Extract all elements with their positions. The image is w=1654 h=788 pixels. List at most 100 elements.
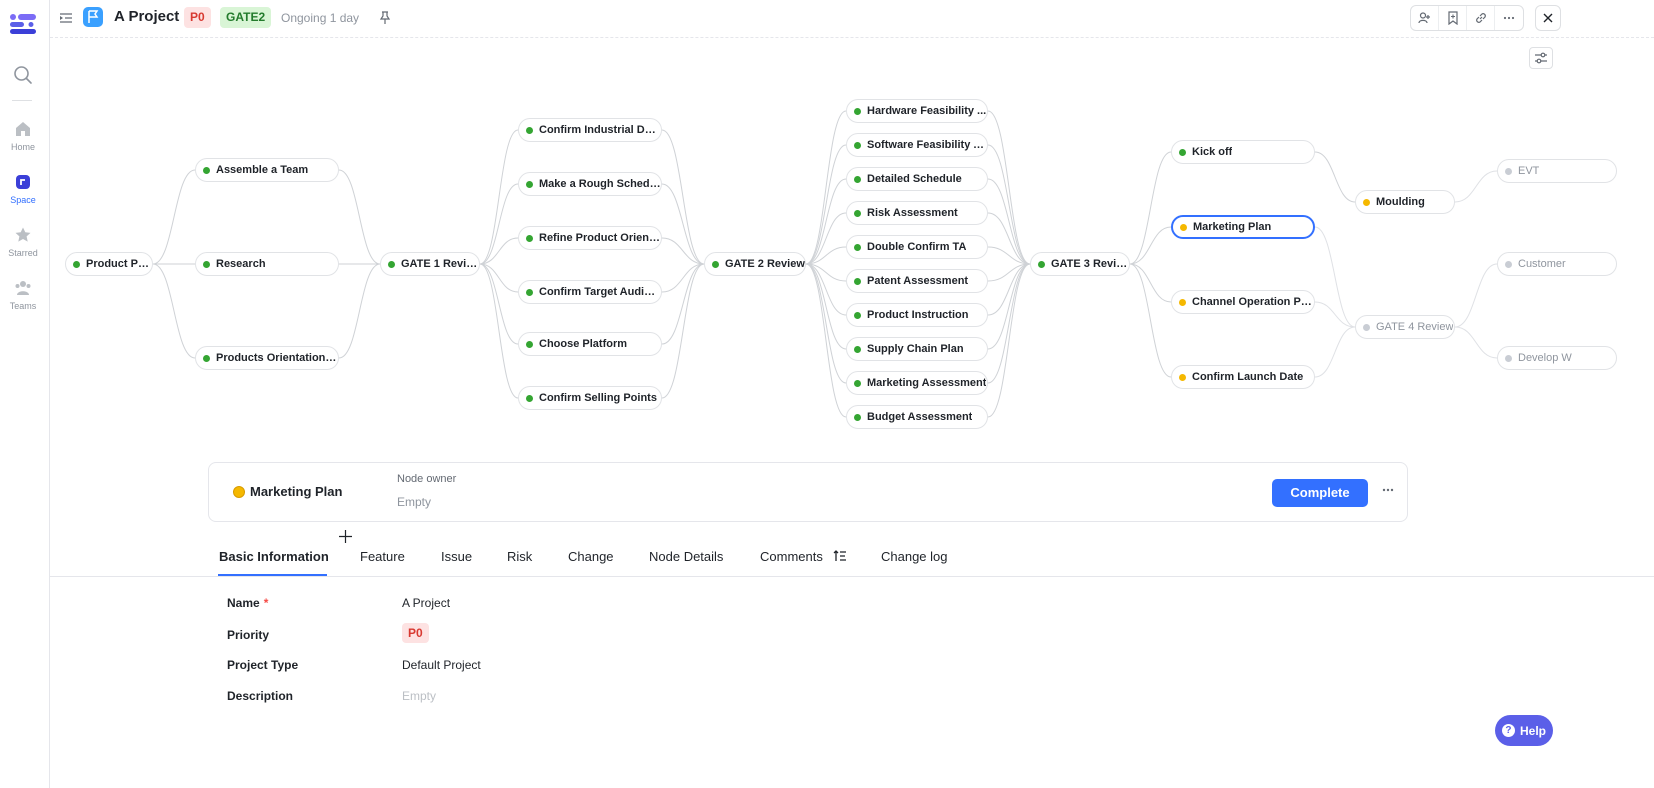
workflow-node[interactable]: Software Feasibility A... <box>846 133 988 157</box>
tab-node-details[interactable]: Node Details <box>649 549 723 564</box>
workflow-node[interactable]: GATE 1 Review <box>380 252 480 276</box>
workflow-node[interactable]: Confirm Selling Points <box>518 386 662 410</box>
app-logo-icon[interactable] <box>9 13 37 35</box>
workflow-node[interactable]: Budget Assessment <box>846 405 988 429</box>
workflow-node[interactable]: Research <box>195 252 339 276</box>
workflow-link <box>805 144 847 265</box>
workflow-node[interactable]: Customer <box>1497 252 1617 276</box>
workflow-link <box>1454 170 1498 203</box>
workflow-node[interactable]: Double Confirm TA <box>846 235 988 259</box>
rail-item-space[interactable]: Space <box>0 173 46 205</box>
node-status-dot <box>1179 148 1186 156</box>
workflow-node[interactable]: Channel Operation Plan <box>1171 290 1315 314</box>
workflow-node[interactable]: GATE 4 Review <box>1355 315 1455 339</box>
pin-icon[interactable] <box>379 11 391 24</box>
node-more-button[interactable] <box>1379 483 1397 501</box>
members-icon <box>1417 12 1430 24</box>
workflow-node[interactable]: Product Instruction <box>846 303 988 327</box>
priority-field[interactable]: P0 <box>402 623 429 643</box>
rail-item-starred[interactable]: Starred <box>0 226 46 258</box>
node-status-dot <box>233 486 245 498</box>
tab-issue[interactable]: Issue <box>441 549 472 564</box>
workflow-node-label: Moulding <box>1376 196 1425 208</box>
project-title: A Project <box>114 8 180 25</box>
name-field[interactable]: A Project <box>402 596 450 610</box>
link-icon <box>1475 13 1486 23</box>
workflow-node[interactable]: Marketing Plan <box>1171 215 1315 239</box>
workflow-node-label: Detailed Schedule <box>867 173 962 185</box>
project-type-label: Project Type <box>227 658 299 672</box>
workflow-node[interactable]: Choose Platform <box>518 332 662 356</box>
node-status-dot <box>854 209 861 217</box>
map-settings-button[interactable] <box>1529 47 1553 69</box>
complete-button[interactable]: Complete <box>1272 479 1368 507</box>
workflow-link <box>987 110 1031 265</box>
workflow-map[interactable]: Product Plan Assemble a Team Research Produ… <box>50 40 1654 460</box>
workflow-node[interactable]: Moulding <box>1355 190 1455 214</box>
teams-icon <box>15 281 31 295</box>
workflow-node[interactable]: Marketing Assessment <box>846 371 988 395</box>
help-button[interactable]: ? Help <box>1495 715 1553 746</box>
workflow-link <box>661 129 705 265</box>
search-icon[interactable] <box>13 65 33 85</box>
workflow-node[interactable]: GATE 3 Review <box>1030 252 1130 276</box>
workflow-node[interactable]: Products Orientation P... <box>195 346 339 370</box>
project-type-field[interactable]: Default Project <box>402 658 481 672</box>
node-status-dot <box>526 340 533 348</box>
copy-link-button[interactable] <box>1467 6 1495 30</box>
workflow-node-label: Supply Chain Plan <box>867 343 964 355</box>
more-actions-button[interactable] <box>1495 6 1523 30</box>
workflow-node[interactable]: Confirm Target Audien... <box>518 280 662 304</box>
node-status-dot <box>1180 223 1187 231</box>
close-button[interactable] <box>1535 5 1561 31</box>
tab-change-log[interactable]: Change log <box>881 549 948 564</box>
project-flag-icon <box>83 7 103 27</box>
tab-comments[interactable]: Comments <box>760 549 823 564</box>
collapse-sidebar-icon[interactable] <box>59 11 73 25</box>
node-owner-field[interactable]: Empty <box>397 495 431 509</box>
workflow-node[interactable]: Kick off <box>1171 140 1315 164</box>
workflow-node[interactable]: Patent Assessment <box>846 269 988 293</box>
workflow-link <box>338 169 381 265</box>
workflow-node[interactable]: Supply Chain Plan <box>846 337 988 361</box>
workflow-link <box>1314 326 1356 378</box>
workflow-node[interactable]: Product Plan <box>65 252 153 276</box>
tab-change[interactable]: Change <box>568 549 614 564</box>
node-status-dot <box>854 311 861 319</box>
workflow-node-label: Hardware Feasibility ... <box>867 105 987 117</box>
node-status-dot <box>854 379 861 387</box>
node-status-dot <box>712 260 719 268</box>
node-status-dot <box>1179 298 1186 306</box>
workflow-node-label: Research <box>216 258 266 270</box>
workflow-node-label: Refine Product Orienta... <box>539 232 661 244</box>
priority-tag[interactable]: P0 <box>184 7 211 28</box>
workflow-node[interactable]: Make a Rough Schedule <box>518 172 662 196</box>
tab-feature[interactable]: Feature <box>360 549 405 564</box>
workflow-node[interactable]: Risk Assessment <box>846 201 988 225</box>
workflow-node[interactable]: Refine Product Orienta... <box>518 226 662 250</box>
workflow-link <box>805 263 847 384</box>
help-label: Help <box>1519 723 1546 738</box>
tab-basic-information[interactable]: Basic Information <box>219 549 329 564</box>
workflow-node[interactable]: Confirm Launch Date <box>1171 365 1315 389</box>
rail-item-home[interactable]: Home <box>0 120 46 152</box>
rail-item-teams[interactable]: Teams <box>0 279 46 311</box>
workflow-node[interactable]: GATE 2 Review <box>704 252 806 276</box>
workflow-node[interactable]: Develop W <box>1497 346 1617 370</box>
tab-risk[interactable]: Risk <box>507 549 532 564</box>
workflow-node[interactable]: Assemble a Team <box>195 158 339 182</box>
workflow-node[interactable]: EVT <box>1497 159 1617 183</box>
workflow-node[interactable]: Confirm Industrial Des... <box>518 118 662 142</box>
workflow-node-label: EVT <box>1518 165 1540 177</box>
workflow-link <box>1129 263 1172 303</box>
stage-tag[interactable]: GATE2 <box>220 7 272 28</box>
workflow-node[interactable]: Hardware Feasibility ... <box>846 99 988 123</box>
workflow-node[interactable]: Detailed Schedule <box>846 167 988 191</box>
workflow-link <box>152 169 196 265</box>
description-field[interactable]: Empty <box>402 689 436 703</box>
workflow-node-label: GATE 3 Review <box>1051 258 1129 270</box>
members-button[interactable] <box>1411 6 1439 30</box>
workflow-node-label: Choose Platform <box>539 338 628 350</box>
sort-icon[interactable] <box>833 549 847 563</box>
bookmark-button[interactable] <box>1439 6 1467 30</box>
